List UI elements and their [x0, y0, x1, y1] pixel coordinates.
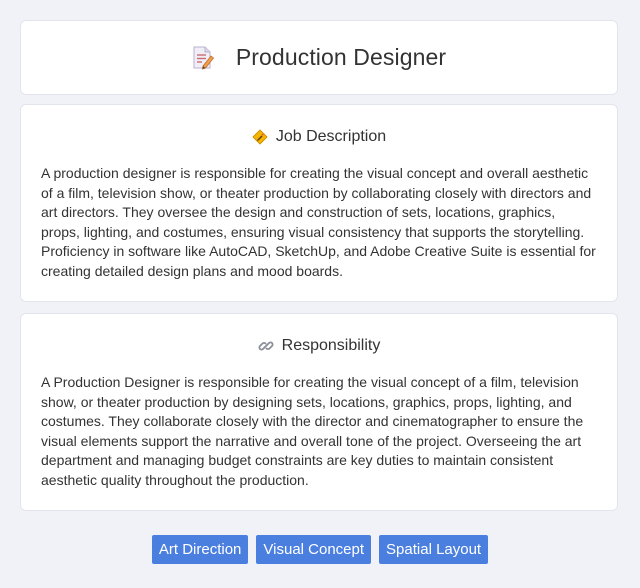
tag-spatial-layout[interactable]: Spatial Layout [379, 535, 489, 564]
responsibility-header: Responsibility [41, 336, 597, 356]
job-description-text: A production designer is responsible for… [41, 165, 596, 279]
job-description-title: Job Description [275, 128, 387, 145]
responsibility-title: Responsibility [281, 337, 381, 354]
job-description-header: Job Description [41, 127, 597, 147]
tag-art-direction[interactable]: Art Direction [151, 535, 249, 564]
responsibility-card: Responsibility A Production Designer is … [20, 313, 618, 511]
tag-list: Art Direction Visual Concept Spatial Lay… [0, 535, 640, 564]
pencil-sign-icon [252, 129, 268, 145]
job-description-card: Job Description A production designer is… [20, 104, 618, 302]
link-icon [258, 338, 274, 354]
title-card: Production Designer [20, 20, 618, 95]
document-pencil-icon [192, 46, 214, 70]
page-title: Production Designer [235, 44, 447, 70]
tag-visual-concept[interactable]: Visual Concept [256, 535, 372, 564]
responsibility-text: A Production Designer is responsible for… [41, 374, 584, 488]
